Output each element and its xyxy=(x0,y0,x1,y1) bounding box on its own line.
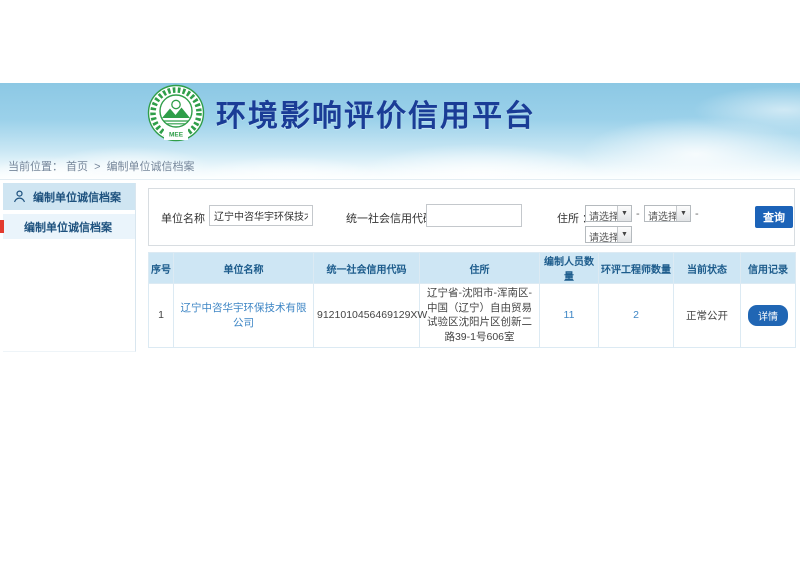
breadcrumb-label: 当前位置： xyxy=(8,161,63,173)
col-credit-record: 信用记录 xyxy=(741,253,796,284)
district-select[interactable]: 请选择 ▼ xyxy=(585,226,632,243)
cell-credit-code: 9121010456469129XW xyxy=(314,284,420,348)
col-address: 住所 xyxy=(420,253,540,284)
mee-logo-icon: MEE xyxy=(147,84,205,142)
user-icon xyxy=(13,190,26,203)
province-select[interactable]: 请选择 ▼ xyxy=(585,205,632,222)
search-button[interactable]: 查询 xyxy=(755,206,793,228)
chevron-down-icon: ▼ xyxy=(676,206,690,221)
col-index: 序号 xyxy=(149,253,174,284)
col-credit-code: 统一社会信用代码 xyxy=(314,253,420,284)
breadcrumb-separator: > xyxy=(94,161,100,173)
search-panel: 单位名称 ： 统一社会信用代码 ： 住所 ： 请选择 ▼ - 请选择 ▼ - 请… xyxy=(148,188,795,246)
cell-address: 辽宁省-沈阳市-浑南区-中国（辽宁）自由贸易试验区沈阳片区创新二路39-1号60… xyxy=(420,284,540,348)
results-table: 序号 单位名称 统一社会信用代码 住所 编制人员数量 环评工程师数量 当前状态 … xyxy=(148,252,796,348)
address-separator: - xyxy=(695,208,699,220)
col-unit-name: 单位名称 xyxy=(174,253,314,284)
unit-name-link[interactable]: 辽宁中咨华宇环保技术有限公司 xyxy=(181,302,307,329)
chevron-down-icon: ▼ xyxy=(617,206,631,221)
sidebar: 编制单位诚信档案 编制单位诚信档案 xyxy=(3,183,136,352)
sidebar-header-label: 编制单位诚信档案 xyxy=(33,189,121,205)
col-status: 当前状态 xyxy=(674,253,741,284)
sidebar-header: 编制单位诚信档案 xyxy=(3,183,135,210)
col-engineer-count: 环评工程师数量 xyxy=(599,253,674,284)
staff-count-link[interactable]: 11 xyxy=(564,309,575,321)
cell-status: 正常公开 xyxy=(674,284,741,348)
address-separator: - xyxy=(636,208,640,220)
col-staff-count: 编制人员数量 xyxy=(540,253,599,284)
page-title: 环境影响评价信用平台 xyxy=(216,91,536,135)
page: MEE 环境影响评价信用平台 当前位置：首页 > 编制单位诚信档案 编制单位诚信… xyxy=(0,0,800,565)
unit-name-input[interactable] xyxy=(209,205,313,226)
chevron-down-icon: ▼ xyxy=(617,227,631,242)
table-header-row: 序号 单位名称 统一社会信用代码 住所 编制人员数量 环评工程师数量 当前状态 … xyxy=(149,253,796,284)
breadcrumb-home-link[interactable]: 首页 xyxy=(66,161,88,173)
city-select[interactable]: 请选择 ▼ xyxy=(644,205,691,222)
brand: MEE 环境影响评价信用平台 xyxy=(147,84,536,142)
credit-code-input[interactable] xyxy=(426,204,522,227)
sidebar-item-archives[interactable]: 编制单位诚信档案 xyxy=(3,214,135,239)
breadcrumb: 当前位置：首页 > 编制单位诚信档案 xyxy=(8,158,198,174)
engineer-count-link[interactable]: 2 xyxy=(633,309,639,321)
detail-button[interactable]: 详情 xyxy=(748,305,788,326)
cell-index: 1 xyxy=(149,284,174,348)
sidebar-item-label: 编制单位诚信档案 xyxy=(24,219,112,235)
table-row: 1 辽宁中咨华宇环保技术有限公司 9121010456469129XW 辽宁省-… xyxy=(149,284,796,348)
svg-text:MEE: MEE xyxy=(169,132,184,139)
breadcrumb-current: 编制单位诚信档案 xyxy=(107,161,195,173)
